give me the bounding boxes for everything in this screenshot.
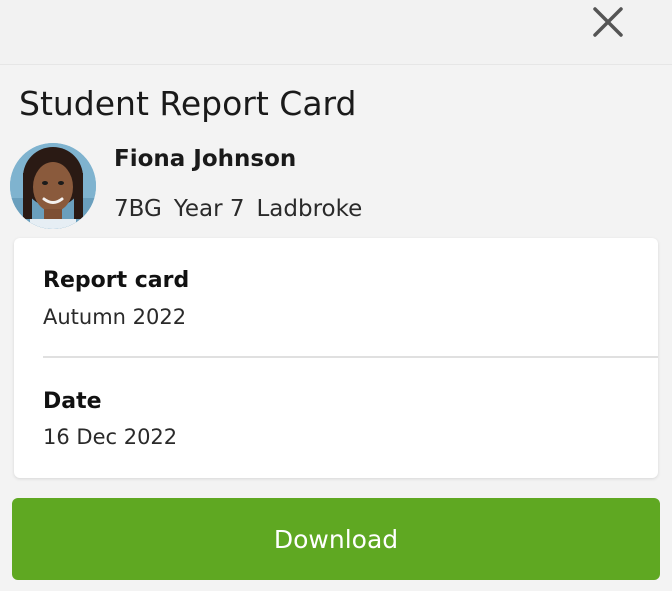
top-bar	[0, 0, 672, 65]
student-form: 7BG	[114, 196, 162, 222]
page-title: Student Report Card	[19, 84, 357, 123]
report-card-value: Autumn 2022	[43, 305, 187, 329]
student-house: Ladbroke	[256, 196, 363, 222]
student-photo	[10, 143, 96, 229]
close-button[interactable]	[586, 2, 630, 46]
student-year: Year 7	[173, 196, 245, 222]
report-details-card: Report card Autumn 2022 Date 16 Dec 2022	[14, 238, 658, 478]
close-icon	[593, 7, 623, 37]
divider	[43, 356, 658, 358]
student-details: 7BG Year 7 Ladbroke	[114, 196, 374, 222]
download-button[interactable]: Download	[12, 498, 660, 580]
report-card-label: Report card	[43, 268, 190, 293]
date-label: Date	[43, 389, 102, 414]
student-name: Fiona Johnson	[114, 146, 297, 172]
date-value: 16 Dec 2022	[43, 425, 178, 449]
avatar	[10, 143, 96, 229]
